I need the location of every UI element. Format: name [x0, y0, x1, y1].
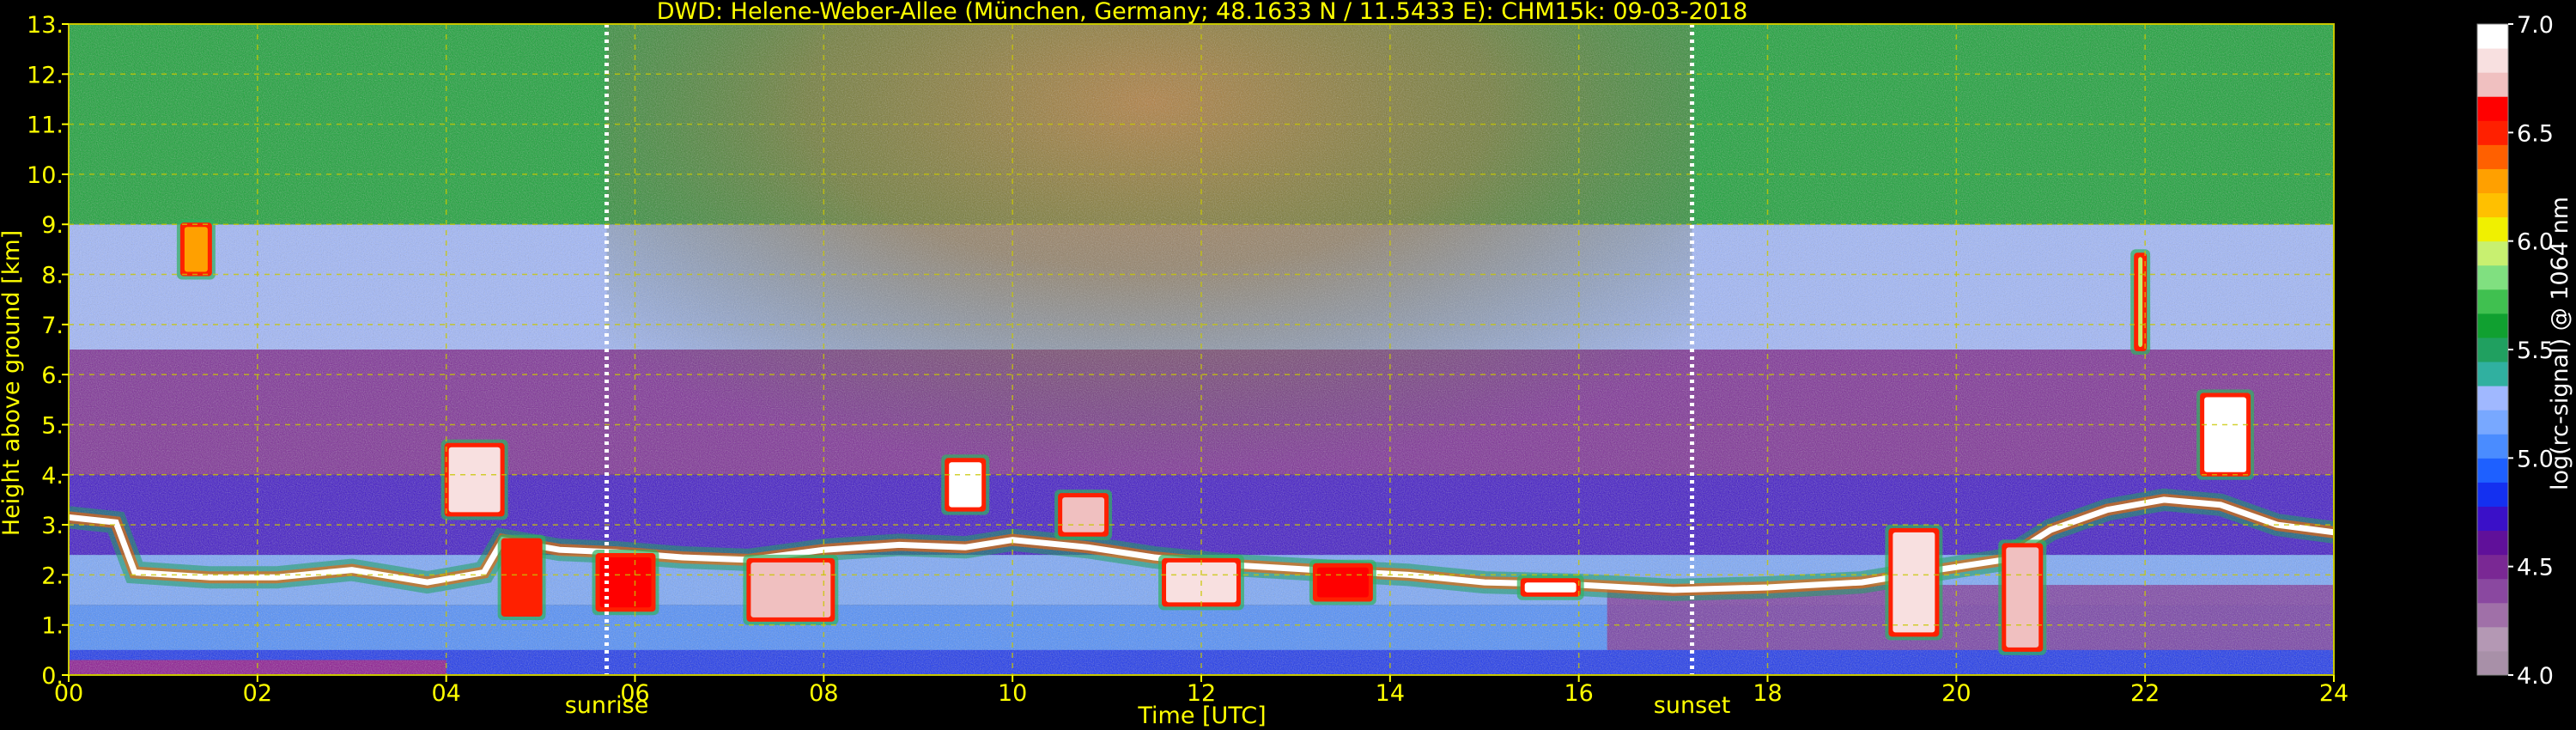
- colorbar-segment: [2477, 434, 2508, 459]
- cloud-patch: [505, 542, 538, 613]
- colorbar-segment: [2477, 168, 2508, 194]
- x-axis-label: Time [UTC]: [1137, 703, 1266, 729]
- colorbar-segment: [2477, 506, 2508, 532]
- colorbar-segment: [2477, 386, 2508, 411]
- x-tick-label: 02: [243, 680, 272, 707]
- colorbar: 4.04.55.05.56.06.57.0: [2476, 12, 2554, 690]
- colorbar-tick-label: 4.0: [2517, 663, 2554, 690]
- y-tick-label: 8.: [41, 263, 64, 289]
- colorbar-segment: [2477, 554, 2508, 580]
- colorbar-segment: [2477, 313, 2508, 338]
- cloud-patch: [2204, 397, 2247, 472]
- colorbar-segment: [2477, 216, 2508, 242]
- x-tick-label: 04: [431, 680, 460, 707]
- colorbar-segment: [2477, 120, 2508, 145]
- colorbar-tick-label: 7.0: [2517, 12, 2554, 39]
- colorbar-tick-label: 6.5: [2517, 120, 2554, 147]
- x-tick-label: 10: [998, 680, 1027, 707]
- chart-title: DWD: Helene-Weber-Allee (München, German…: [657, 0, 1748, 25]
- x-tick-label: 18: [1753, 680, 1782, 707]
- cloud-patch: [750, 562, 831, 617]
- colorbar-segment: [2477, 337, 2508, 362]
- y-tick-label: 10.: [27, 162, 64, 189]
- cloud-patch: [2138, 257, 2143, 347]
- colorbar-tick-label: 4.5: [2517, 555, 2554, 581]
- cloud-patch: [949, 462, 982, 508]
- y-tick-label: 1.: [41, 613, 64, 640]
- y-tick-label: 3.: [41, 513, 64, 539]
- y-tick-label: 11.: [27, 113, 64, 139]
- x-tick-label: 22: [2130, 680, 2160, 707]
- cloud-patch: [1062, 497, 1105, 532]
- colorbar-segment: [2477, 192, 2508, 218]
- x-tick-label: 16: [1564, 680, 1593, 707]
- colorbar-segment: [2477, 289, 2508, 314]
- y-tick-label: 7.: [41, 313, 64, 339]
- cloud-patch: [2006, 547, 2039, 648]
- colorbar-segment: [2477, 265, 2508, 290]
- x-tick-label: 24: [2319, 680, 2348, 707]
- cloud-patch: [1524, 582, 1577, 593]
- x-tick-label: 06: [620, 680, 649, 707]
- colorbar-segment: [2477, 410, 2508, 435]
- colorbar-segment: [2477, 458, 2508, 483]
- colorbar-segment: [2477, 144, 2508, 169]
- x-tick-label: 08: [809, 680, 838, 707]
- colorbar-segment: [2477, 530, 2508, 556]
- colorbar-segment: [2477, 24, 2508, 49]
- x-tick-label: 14: [1376, 680, 1405, 707]
- colorbar-segment: [2477, 650, 2508, 676]
- cloud-patch: [184, 227, 208, 272]
- cloud-patch: [1893, 532, 1935, 633]
- chart-svg: sunrise sunset 00 02 04 06 08 10 12 14 16 18 20 22 24…: [0, 0, 2573, 729]
- colorbar-segment: [2477, 72, 2508, 97]
- x-tick-label: 20: [1941, 680, 1971, 707]
- colorbar-segment: [2477, 240, 2508, 266]
- cloud-patch: [1316, 567, 1369, 598]
- y-axis-label: Height above ground [km]: [0, 230, 25, 536]
- colorbar-segment: [2477, 362, 2508, 386]
- y-tick-label: 0.: [41, 663, 64, 690]
- y-tick-label: 13.: [27, 12, 64, 39]
- colorbar-segment: [2477, 578, 2508, 604]
- cloud-patch: [448, 447, 501, 513]
- y-tick-label: 5.: [41, 412, 64, 439]
- colorbar-segment: [2477, 48, 2508, 73]
- colorbar-segment: [2477, 482, 2508, 507]
- colorbar-segment: [2477, 626, 2508, 652]
- y-tick-label: 12.: [27, 62, 64, 88]
- y-tick-label: 9.: [41, 212, 64, 239]
- event-label-sunset: sunset: [1654, 692, 1731, 719]
- y-tick-label: 6.: [41, 362, 64, 389]
- colorbar-segment: [2477, 96, 2508, 121]
- colorbar-segment: [2477, 602, 2508, 628]
- y-tick-label: 2.: [41, 563, 64, 589]
- y-tick-label: 4.: [41, 463, 64, 490]
- ceilometer-plot: sunrise sunset 00 02 04 06 08 10 12 14 16 18 20 22 24…: [0, 0, 2576, 730]
- colorbar-label: log(rc-signal) @ 1064 nm: [2547, 197, 2573, 490]
